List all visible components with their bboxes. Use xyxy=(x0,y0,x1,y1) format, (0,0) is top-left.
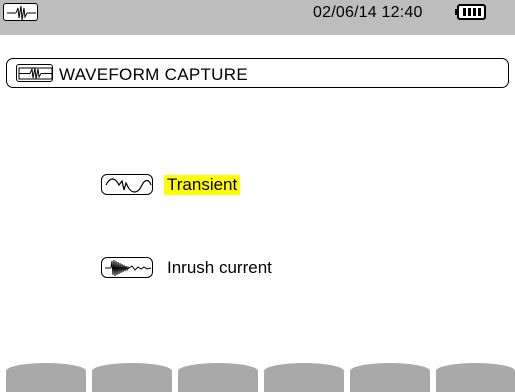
waveform-capture-icon xyxy=(16,64,53,82)
waveform-mode-icon xyxy=(3,3,38,21)
softkey-6[interactable] xyxy=(436,363,515,392)
softkey-3[interactable] xyxy=(178,363,258,392)
option-transient[interactable]: Transient xyxy=(101,171,301,197)
option-label-transient: Transient xyxy=(164,175,241,195)
softkey-2[interactable] xyxy=(92,363,172,392)
inrush-current-icon xyxy=(101,257,153,278)
softkey-4[interactable] xyxy=(264,363,344,392)
status-bar: 02/06/14 12:40 xyxy=(0,0,515,35)
page-title: WAVEFORM CAPTURE xyxy=(59,65,248,84)
transient-icon xyxy=(101,174,153,195)
softkey-1[interactable] xyxy=(6,363,86,392)
page-title-bar: WAVEFORM CAPTURE xyxy=(6,58,509,88)
option-label-inrush-current: Inrush current xyxy=(167,258,272,277)
datetime-display: 02/06/14 12:40 xyxy=(313,4,423,21)
softkey-5[interactable] xyxy=(350,363,430,392)
battery-full-icon xyxy=(455,3,489,21)
option-inrush-current[interactable]: Inrush current xyxy=(101,254,321,280)
softkey-bar xyxy=(0,363,515,392)
